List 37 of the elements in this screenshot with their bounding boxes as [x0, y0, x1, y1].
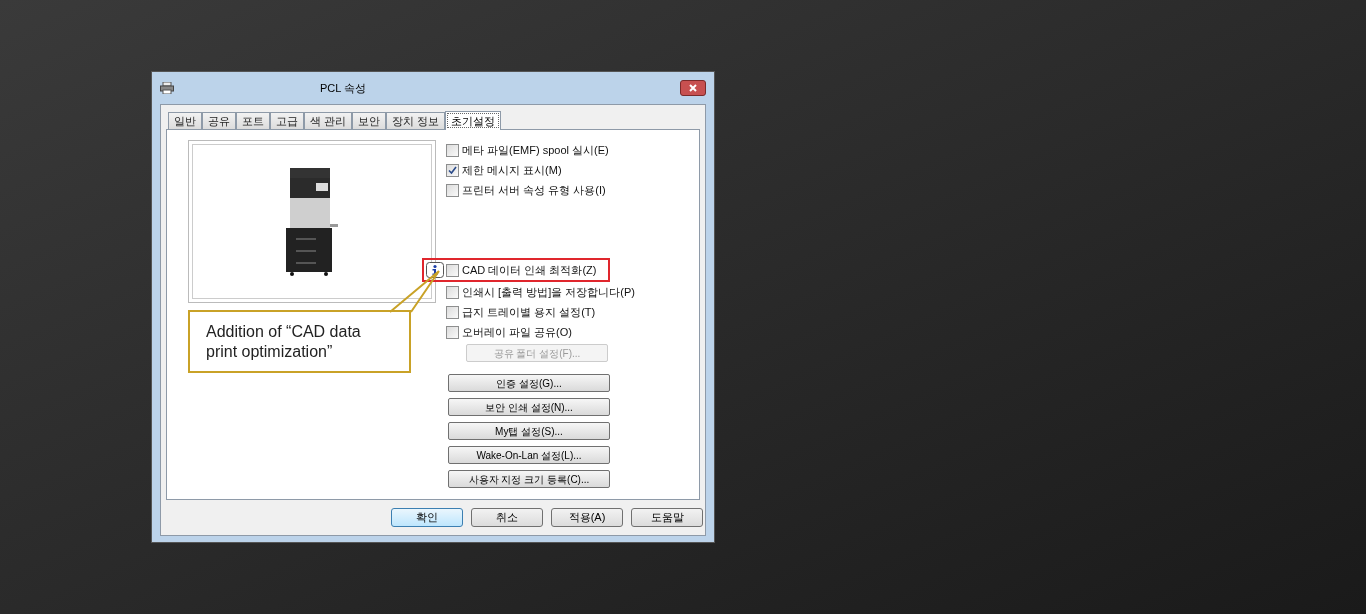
settings-button[interactable]: Wake-On-Lan 설정(L)...	[448, 446, 610, 464]
settings-button[interactable]: 보안 인쇄 설정(N)...	[448, 398, 610, 416]
tab[interactable]: 장치 정보	[386, 112, 446, 129]
window-title: PCL 속성	[320, 80, 367, 96]
option-label: 인쇄시 [출력 방법]을 저장합니다(P)	[462, 284, 635, 300]
printer-icon	[160, 82, 174, 94]
tab[interactable]: 고급	[270, 112, 304, 129]
close-icon	[689, 84, 697, 92]
tab[interactable]: 초기설정	[445, 111, 502, 130]
dialog-button[interactable]: 적용(A)	[551, 508, 623, 527]
tab[interactable]: 일반	[168, 112, 202, 129]
checkbox[interactable]	[446, 143, 459, 157]
dialog-button[interactable]: 도움말	[631, 508, 703, 527]
info-icon	[426, 262, 444, 278]
dialog-button[interactable]: 확인	[391, 508, 463, 527]
option-label: 프린터 서버 속성 유형 사용(I)	[462, 182, 606, 198]
checkbox[interactable]	[446, 163, 459, 177]
tab[interactable]: 보안	[352, 112, 387, 129]
option-label: 급지 트레이별 용지 설정(T)	[462, 304, 596, 320]
checkbox[interactable]	[446, 263, 459, 277]
tab[interactable]: 색 관리	[304, 112, 353, 129]
checkbox[interactable]	[446, 305, 459, 319]
option-label: 제한 메시지 표시(M)	[462, 162, 562, 178]
close-button[interactable]	[680, 80, 706, 96]
checkbox[interactable]	[446, 325, 459, 339]
checkbox[interactable]	[446, 183, 459, 197]
option-label: 메타 파일(EMF) spool 실시(E)	[462, 142, 609, 158]
settings-button[interactable]: 사용자 지정 크기 등록(C)...	[448, 470, 610, 488]
callout-text: Addition of “CAD data print optimization”	[206, 321, 362, 362]
tab[interactable]: 포트	[236, 112, 270, 129]
option-label: 오버레이 파일 공유(O)	[462, 324, 572, 340]
settings-button[interactable]: My탭 설정(S)...	[448, 422, 610, 440]
tab[interactable]: 공유	[202, 112, 236, 129]
dialog-button[interactable]: 취소	[471, 508, 543, 527]
settings-button[interactable]: 인증 설정(G)...	[448, 374, 610, 392]
option-label: CAD 데이터 인쇄 최적화(Z)	[462, 262, 597, 278]
checkbox[interactable]	[446, 285, 459, 299]
